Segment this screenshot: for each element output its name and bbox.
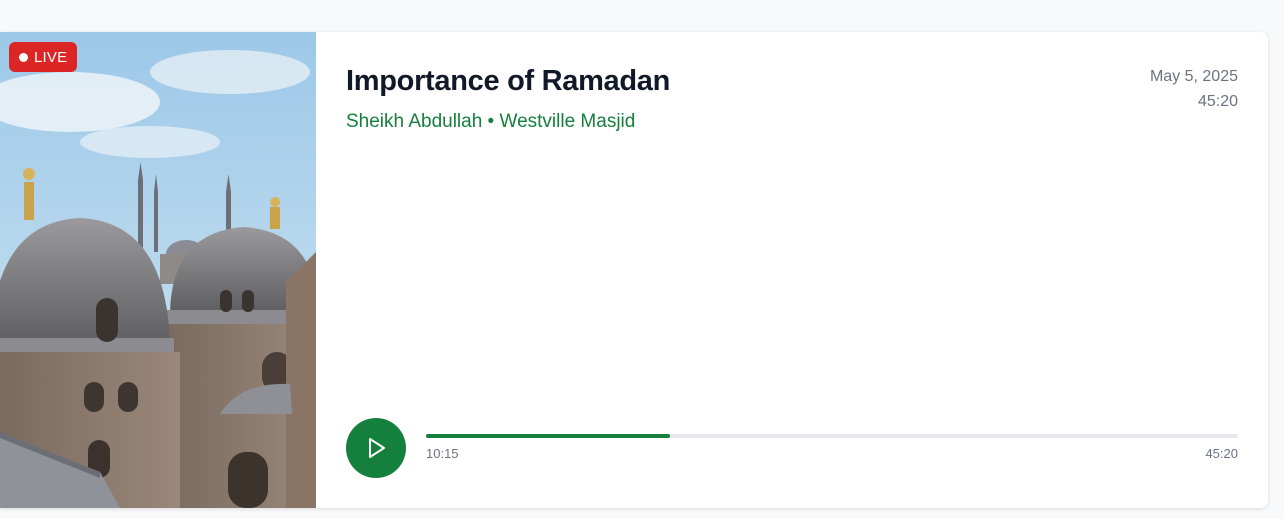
current-time: 10:15	[426, 446, 459, 461]
sermon-duration: 45:20	[1197, 93, 1238, 110]
progress-track[interactable]	[426, 434, 1238, 438]
sermon-details: Importance of Ramadan Sheikh Abdullah • …	[346, 32, 1238, 508]
sermon-meta: May 5, 2025 45:20	[1150, 64, 1238, 114]
total-time: 45:20	[1205, 446, 1238, 461]
live-dot-icon	[19, 52, 28, 62]
sermon-speaker-location: Sheikh Abdullah • Westville Masjid	[346, 111, 636, 132]
progress-fill	[426, 434, 670, 438]
live-badge-label: LIVE	[34, 48, 68, 66]
audio-player: 10:15 45:20	[346, 418, 1238, 478]
mosque-image	[0, 32, 316, 508]
sermon-title[interactable]: Importance of Ramadan	[346, 65, 670, 98]
live-badge: LIVE	[9, 42, 78, 72]
sermon-date: May 5, 2025	[1149, 68, 1238, 85]
sermon-thumbnail: LIVE	[0, 32, 316, 508]
play-icon	[369, 438, 385, 458]
sermon-card[interactable]: LIVE Importance of Ramadan Sheikh Abdull…	[0, 32, 1268, 508]
play-button[interactable]	[346, 418, 406, 478]
